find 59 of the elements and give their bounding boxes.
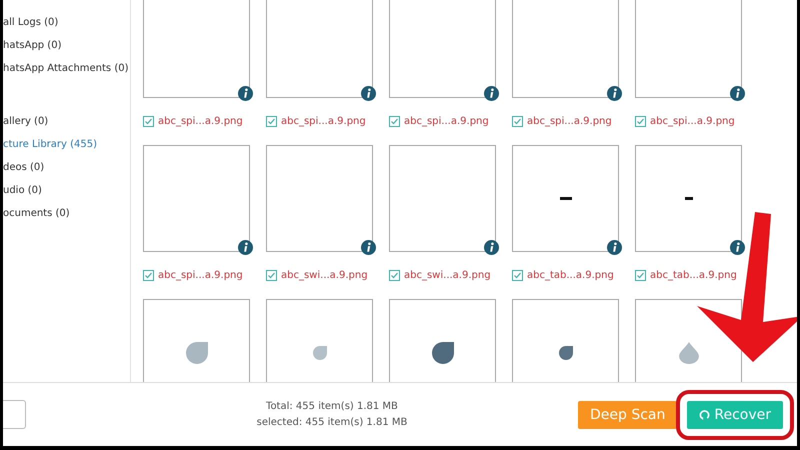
image-thumbnail[interactable]: [512, 299, 619, 382]
image-thumbnail[interactable]: [266, 145, 373, 252]
image-thumbnail[interactable]: [389, 0, 496, 98]
info-icon[interactable]: [484, 240, 499, 255]
info-icon[interactable]: [607, 240, 622, 255]
checkbox[interactable]: [389, 116, 400, 127]
info-icon[interactable]: [730, 240, 745, 255]
checkbox[interactable]: [143, 270, 154, 281]
image-thumbnail[interactable]: [389, 145, 496, 252]
info-icon[interactable]: [238, 240, 253, 255]
image-thumbnail[interactable]: [635, 0, 742, 98]
checkbox[interactable]: [635, 270, 646, 281]
sidebar-item[interactable]: allery (0): [3, 110, 130, 133]
checkbox[interactable]: [266, 270, 277, 281]
image-thumbnail[interactable]: [512, 145, 619, 252]
image-thumbnail[interactable]: [635, 145, 742, 252]
checkbox[interactable]: [635, 116, 646, 127]
image-thumbnail[interactable]: [512, 0, 619, 98]
image-thumbnail[interactable]: [143, 145, 250, 252]
image-thumbnail[interactable]: [266, 299, 373, 382]
dash-icon: [684, 197, 692, 200]
sidebar-item[interactable]: cture Library (455): [3, 133, 130, 156]
file-name: abc_tab...a.9.png: [650, 270, 737, 281]
info-icon[interactable]: [361, 86, 376, 101]
checkbox[interactable]: [266, 116, 277, 127]
image-thumbnail[interactable]: [266, 0, 373, 98]
sidebar-item[interactable]: hatsApp (0): [3, 34, 130, 57]
file-name: abc_spi...a.9.png: [158, 270, 243, 281]
image-thumbnail[interactable]: [143, 0, 250, 98]
file-name: abc_tab...a.9.png: [527, 270, 614, 281]
checkbox[interactable]: [389, 270, 400, 281]
checkbox[interactable]: [143, 116, 154, 127]
sidebar-item[interactable]: deos (0): [3, 156, 130, 179]
info-icon[interactable]: [238, 86, 253, 101]
info-icon[interactable]: [730, 86, 745, 101]
checkbox[interactable]: [512, 116, 523, 127]
dash-icon: [560, 197, 572, 200]
image-thumbnail[interactable]: [635, 299, 742, 382]
sidebar-item[interactable]: hatsApp Attachments (0): [3, 57, 130, 80]
sidebar-item[interactable]: udio (0): [3, 179, 130, 202]
total-status: Total: 455 item(s) 1.81 MB: [266, 400, 398, 414]
selected-status: selected: 455 item(s) 1.81 MB: [256, 416, 408, 430]
file-name: abc_spi...a.9.png: [281, 116, 366, 127]
file-name: abc_spi...a.9.png: [650, 116, 735, 127]
file-name: abc_swi...a.9.png: [281, 270, 368, 281]
info-icon[interactable]: [361, 240, 376, 255]
sidebar-item[interactable]: ocuments (0): [3, 202, 130, 225]
info-icon[interactable]: [484, 86, 499, 101]
checkbox[interactable]: [512, 270, 523, 281]
file-name: abc_spi...a.9.png: [158, 116, 243, 127]
file-name: abc_spi...a.9.png: [404, 116, 489, 127]
info-icon[interactable]: [607, 86, 622, 101]
sidebar-item[interactable]: all Logs (0): [3, 11, 130, 34]
refresh-icon: [699, 409, 710, 420]
file-name: abc_swi...a.9.png: [404, 270, 491, 281]
image-thumbnail[interactable]: [389, 299, 496, 382]
image-thumbnail[interactable]: [143, 299, 250, 382]
cut-off-button[interactable]: [3, 400, 26, 429]
file-name: abc_spi...a.9.png: [527, 116, 612, 127]
